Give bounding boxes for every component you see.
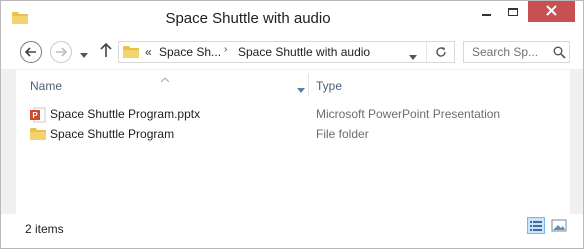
column-divider[interactable] bbox=[308, 74, 309, 96]
column-header-name[interactable]: Name bbox=[30, 79, 62, 93]
forward-button[interactable] bbox=[50, 41, 72, 63]
breadcrumb-segment[interactable]: Space Shuttle with audio bbox=[238, 45, 370, 59]
folder-icon bbox=[30, 127, 46, 142]
explorer-window: Space Shuttle with audio « Space Sh... ›… bbox=[0, 0, 584, 249]
refresh-icon bbox=[435, 45, 447, 61]
recent-locations-button[interactable] bbox=[79, 47, 89, 58]
breadcrumb-separator-icon[interactable]: › bbox=[224, 44, 227, 55]
forward-arrow-icon bbox=[55, 46, 68, 59]
details-view-icon bbox=[528, 221, 544, 236]
close-button[interactable] bbox=[528, 1, 575, 22]
file-row[interactable]: P Space Shuttle Program.pptx Microsoft P… bbox=[16, 104, 570, 124]
column-header-type[interactable]: Type bbox=[316, 79, 342, 93]
navigation-bar: « Space Sh... › Space Shuttle with audio… bbox=[1, 37, 583, 69]
column-filter-dropdown-icon[interactable] bbox=[297, 82, 305, 96]
column-header-row: Name Type bbox=[16, 70, 570, 98]
large-icons-view-button[interactable] bbox=[550, 217, 568, 234]
maximize-button[interactable] bbox=[500, 1, 526, 22]
file-type: Microsoft PowerPoint Presentation bbox=[316, 107, 501, 121]
file-list: Name Type P Space Shuttle Program.pptx M… bbox=[16, 70, 570, 214]
back-arrow-icon bbox=[24, 46, 37, 59]
up-arrow-icon bbox=[100, 42, 112, 62]
large-icons-view-icon bbox=[550, 219, 568, 237]
refresh-button[interactable] bbox=[426, 42, 454, 62]
folder-icon bbox=[123, 45, 139, 59]
up-button[interactable] bbox=[99, 42, 113, 62]
search-box[interactable]: Search Sp... bbox=[463, 41, 570, 63]
chevron-down-icon bbox=[80, 47, 88, 58]
file-name[interactable]: Space Shuttle Program bbox=[50, 127, 174, 141]
file-type: File folder bbox=[316, 127, 369, 141]
details-view-button[interactable] bbox=[527, 217, 545, 234]
address-dropdown-icon[interactable] bbox=[409, 49, 417, 63]
svg-text:P: P bbox=[32, 111, 38, 120]
window-title: Space Shuttle with audio bbox=[165, 10, 331, 27]
status-bar: 2 items bbox=[1, 214, 583, 248]
powerpoint-file-icon: P bbox=[30, 107, 46, 123]
address-bar[interactable]: « Space Sh... › Space Shuttle with audio bbox=[118, 41, 455, 63]
file-row[interactable]: Space Shuttle Program File folder bbox=[16, 124, 570, 144]
breadcrumb-overflow[interactable]: « bbox=[145, 45, 152, 59]
search-icon[interactable] bbox=[553, 46, 566, 59]
back-button[interactable] bbox=[20, 41, 42, 63]
item-count: 2 items bbox=[25, 222, 64, 236]
minimize-icon bbox=[481, 13, 491, 16]
search-input[interactable]: Search Sp... bbox=[472, 45, 538, 59]
breadcrumb-segment[interactable]: Space Sh... bbox=[159, 45, 221, 59]
file-name[interactable]: Space Shuttle Program.pptx bbox=[50, 107, 200, 121]
sort-ascending-icon bbox=[160, 71, 170, 85]
maximize-icon bbox=[508, 7, 518, 16]
close-icon bbox=[546, 4, 557, 19]
minimize-button[interactable] bbox=[473, 1, 499, 22]
title-bar[interactable]: Space Shuttle with audio bbox=[1, 1, 583, 37]
